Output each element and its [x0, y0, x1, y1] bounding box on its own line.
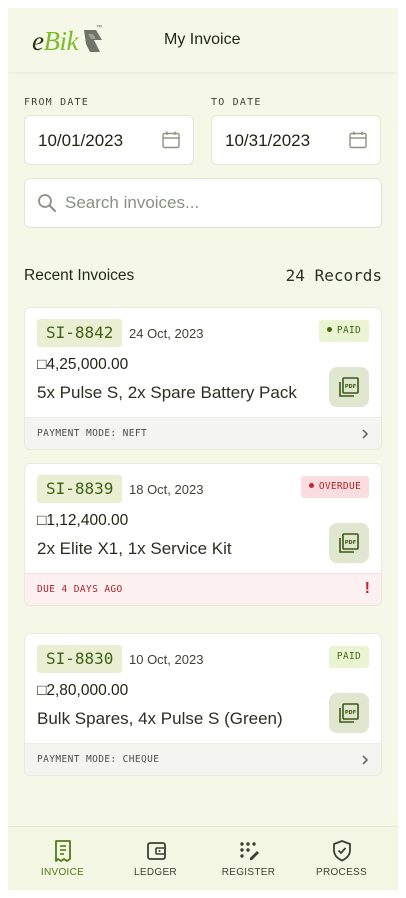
invoice-card[interactable]: SI-8830 10 Oct, 2023 PAID □2,80,000.00 B…: [24, 633, 382, 776]
pdf-icon: PDF: [339, 703, 359, 723]
logo-bik: Bik: [43, 26, 78, 56]
card-footer[interactable]: PAYMENT MODE: NEFT: [25, 417, 381, 449]
app-screen: eBik ™ My Invoice FROM DATE 10/01/2023 T…: [8, 8, 398, 890]
status-text: OVERDUE: [318, 481, 361, 492]
logo-trademark: ™: [96, 25, 102, 31]
status-badge: PAID: [318, 320, 369, 342]
svg-text:PDF: PDF: [345, 540, 356, 546]
wallet-icon: [147, 842, 166, 860]
search-icon: [38, 194, 56, 212]
invoice-card[interactable]: SI-8842 24 Oct, 2023 PAID □4,25,000.00 5…: [24, 307, 382, 450]
register-icon: [240, 842, 259, 860]
payment-mode: PAYMENT MODE: NEFT: [37, 428, 148, 439]
status-dot-icon: [308, 483, 314, 488]
app-header: eBik ™ My Invoice: [8, 8, 398, 72]
download-pdf-button[interactable]: PDF: [329, 693, 369, 733]
from-date-value: 10/01/2023: [38, 131, 124, 150]
search-input[interactable]: [65, 179, 365, 227]
payment-mode: PAYMENT MODE: CHEQUE: [37, 754, 160, 765]
invoice-amount: □2,80,000.00: [37, 682, 129, 699]
to-date-label: TO DATE: [211, 97, 262, 108]
invoice-id: SI-8839: [37, 475, 123, 503]
invoice-items: 5x Pulse S, 2x Spare Battery Pack: [37, 383, 297, 402]
nav-label: REGISTER: [221, 867, 276, 878]
page-title: My Invoice: [164, 31, 241, 48]
invoice-amount: □4,25,000.00: [37, 356, 129, 373]
invoice-date: 10 Oct, 2023: [129, 652, 204, 667]
to-date-field[interactable]: 10/31/2023: [211, 115, 381, 165]
invoice-items: Bulk Spares, 4x Pulse S (Green): [37, 709, 283, 728]
shield-check-icon: [333, 840, 351, 862]
nav-process[interactable]: PROCESS: [295, 827, 388, 890]
nav-invoice[interactable]: INVOICE: [16, 827, 109, 890]
invoice-card[interactable]: SI-8839 18 Oct, 2023 OVERDUE □1,12,400.0…: [24, 463, 382, 606]
invoice-amount: □1,12,400.00: [37, 512, 129, 529]
calendar-icon[interactable]: [348, 130, 368, 150]
bottom-nav: INVOICE LEDGER REGISTER PROCESS: [8, 826, 398, 890]
from-date-label: FROM DATE: [24, 97, 89, 108]
nav-ledger[interactable]: LEDGER: [109, 827, 202, 890]
recent-invoices-heading: Recent Invoices: [24, 267, 135, 284]
due-notice: DUE 4 DAYS AGO: [37, 584, 123, 595]
pdf-icon: PDF: [339, 533, 359, 553]
pdf-icon: PDF: [339, 377, 359, 397]
calendar-icon[interactable]: [161, 130, 181, 150]
chevron-right-icon[interactable]: [359, 427, 371, 441]
nav-label: PROCESS: [315, 867, 367, 878]
chevron-right-icon[interactable]: [359, 753, 371, 767]
invoice-date: 18 Oct, 2023: [129, 482, 204, 497]
invoice-items: 2x Elite X1, 1x Service Kit: [37, 539, 232, 558]
status-text: PAID: [336, 325, 361, 336]
invoice-id: SI-8842: [37, 319, 123, 347]
nav-label: INVOICE: [40, 867, 85, 878]
invoice-id: SI-8830: [37, 645, 123, 673]
card-footer-overdue[interactable]: DUE 4 DAYS AGO !: [25, 573, 381, 605]
logo-wordmark: eBik: [32, 26, 78, 57]
status-badge: PAID: [328, 646, 369, 668]
logo-e: e: [32, 26, 44, 56]
alert-icon: !: [364, 580, 370, 597]
nav-label: LEDGER: [134, 867, 177, 878]
ebik-logo[interactable]: eBik ™: [30, 22, 104, 58]
invoice-icon: [55, 840, 71, 862]
logo-k-mark-icon: [84, 30, 102, 52]
search-box[interactable]: [24, 178, 382, 228]
invoice-date: 24 Oct, 2023: [129, 326, 204, 341]
nav-register[interactable]: REGISTER: [202, 827, 295, 890]
svg-text:PDF: PDF: [345, 384, 356, 390]
status-badge: OVERDUE: [300, 476, 369, 498]
from-date-field[interactable]: 10/01/2023: [24, 115, 194, 165]
to-date-value: 10/31/2023: [225, 131, 311, 150]
svg-text:PDF: PDF: [345, 710, 356, 716]
card-footer[interactable]: PAYMENT MODE: CHEQUE: [25, 743, 381, 775]
status-dot-icon: [326, 327, 332, 332]
records-count: 24 Records: [285, 266, 382, 285]
download-pdf-button[interactable]: PDF: [329, 367, 369, 407]
download-pdf-button[interactable]: PDF: [329, 523, 369, 563]
status-text: PAID: [336, 651, 361, 662]
